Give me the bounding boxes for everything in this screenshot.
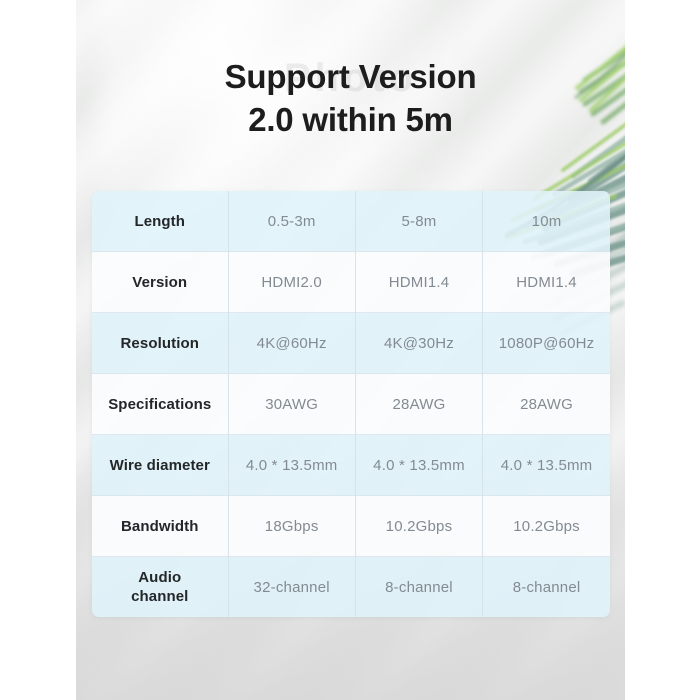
table-row: Resolution 4K@60Hz 4K@30Hz 1080P@60Hz [92,312,610,374]
spec-table-body: Length 0.5-3m 5-8m 10m Version HDMI2.0 HDMI1.4… [92,191,610,617]
spec-cell-value: 28AWG [355,373,484,435]
spec-table-container: Length 0.5-3m 5-8m 10m Version HDMI2.0 HDMI1.4… [92,191,610,617]
table-row: Length 0.5-3m 5-8m 10m [92,191,610,252]
spec-cell-value: 4K@60Hz [228,312,356,374]
spec-cell-value: HDMI1.4 [482,251,610,313]
page-title: Support Version 2.0 within 5m [76,55,625,141]
spec-row-label: Specifications [92,373,229,435]
spec-cell-value: 28AWG [482,373,610,435]
spec-cell-value: HDMI1.4 [355,251,484,313]
spec-row-label: Version [92,251,229,313]
spec-row-label: Bandwidth [92,495,229,557]
product-spec-graphic: Photo Support Version 2.0 within 5m Leng… [0,0,700,700]
spec-cell-value: 8-channel [355,556,484,617]
spec-cell-value: 4.0 * 13.5mm [228,434,356,496]
spec-cell-value: HDMI2.0 [228,251,356,313]
spec-cell-value: 32-channel [228,556,356,617]
spec-row-label: Resolution [92,312,229,374]
spec-cell-value: 1080P@60Hz [482,312,610,374]
spec-row-label: Wire diameter [92,434,229,496]
spec-row-label: Audio channel [92,556,229,617]
table-row: Specifications 30AWG 28AWG 28AWG [92,373,610,435]
spec-cell-value: 10.2Gbps [482,495,610,557]
table-row: Bandwidth 18Gbps 10.2Gbps 10.2Gbps [92,495,610,557]
page-title-line-1: Support Version [224,58,477,95]
spec-cell-value: 5-8m [355,191,484,252]
spec-table: Length 0.5-3m 5-8m 10m Version HDMI2.0 HDMI1.4… [92,191,610,617]
table-row: Wire diameter 4.0 * 13.5mm 4.0 * 13.5mm 4.0… [92,434,610,496]
spec-cell-value: 4K@30Hz [355,312,484,374]
spec-cell-value: 30AWG [228,373,356,435]
spec-cell-value: 10.2Gbps [355,495,484,557]
spec-cell-value: 0.5-3m [228,191,356,252]
spec-cell-value: 4.0 * 13.5mm [482,434,610,496]
table-row: Version HDMI2.0 HDMI1.4 HDMI1.4 [92,251,610,313]
spec-cell-value: 10m [482,191,610,252]
table-row: Audio channel 32-channel 8-channel 8-channel [92,556,610,617]
page-title-line-2: 2.0 within 5m [248,101,453,138]
spec-row-label: Length [92,191,229,252]
spec-cell-value: 8-channel [482,556,610,617]
spec-cell-value: 4.0 * 13.5mm [355,434,484,496]
spec-cell-value: 18Gbps [228,495,356,557]
